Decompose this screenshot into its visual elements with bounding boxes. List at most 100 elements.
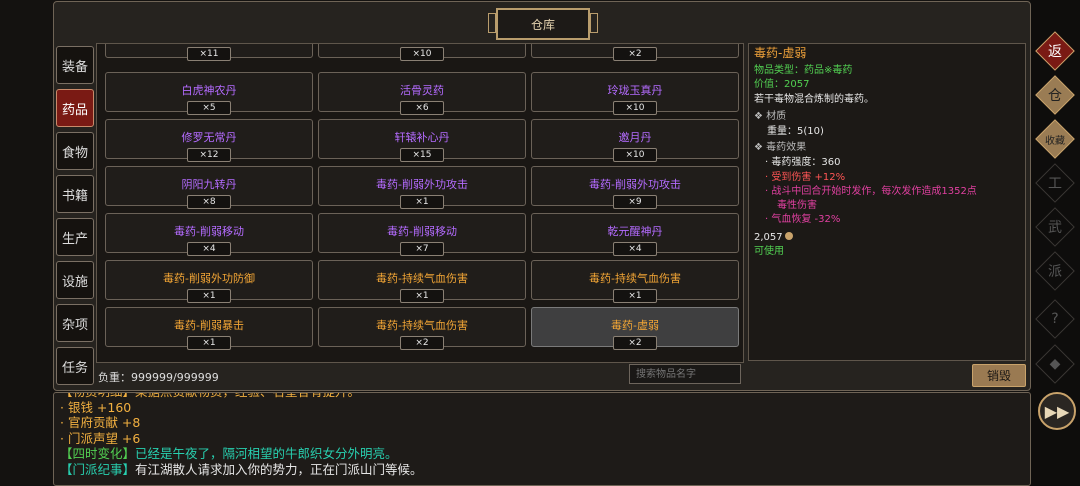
item-count: ×10 (613, 101, 657, 115)
item-slot[interactable]: 轩辕补心丹 ×15 (318, 119, 526, 162)
item-slot[interactable]: 乾元醒神丹 ×4 (531, 213, 739, 256)
effect-hp-regen: · 气血恢复 -32% (765, 214, 841, 225)
item-name: 毒药-削弱外功攻击 (376, 178, 468, 191)
tab-2[interactable]: 食物 (56, 132, 94, 170)
item-count: ×5 (187, 101, 231, 115)
item-grid: ×11 ×10 ×2 白虎神农丹 ×5 活骨灵药 ×6 玲珑玉真丹 ×10 修罗无常丹 ×12 轩辕补… (96, 43, 744, 363)
item-count: ×2 (613, 336, 657, 350)
destroy-button[interactable]: 销毁 (972, 364, 1026, 387)
side-button-label: 武 (1048, 220, 1062, 236)
item-name: 修罗无常丹 (181, 131, 237, 144)
message-log: 【物资明细】某据点贡献物资，经验、名望各有提升。 · 银钱 +160 · 官府贡… (53, 392, 1031, 486)
item-slot[interactable]: 阴阳九转丹 ×8 (105, 166, 313, 209)
item-count: ×4 (187, 242, 231, 256)
item-name: 玲珑玉真丹 (607, 84, 663, 97)
item-count: ×2 (400, 336, 444, 350)
item-slot[interactable]: 毒药-削弱暴击 ×1 (105, 307, 313, 350)
tab-5[interactable]: 设施 (56, 261, 94, 299)
log-segment: 有江湖散人请求加入你的势力，正在门派山门等候。 (135, 461, 423, 477)
item-count: ×4 (613, 242, 657, 256)
item-slot[interactable]: 毒药-持续气血伤害 ×1 (531, 260, 739, 303)
item-name: 轩辕补心丹 (394, 131, 450, 144)
search-input[interactable] (629, 364, 741, 384)
item-slot[interactable]: 邀月丹 ×10 (531, 119, 739, 162)
item-name: 白虎神农丹 (181, 84, 237, 97)
log-line: · 银钱 +160 (60, 400, 131, 416)
item-count: ×1 (400, 195, 444, 209)
effect-header: ❖ 毒药效果 (754, 142, 807, 153)
log-line: · 门派声望 +6 (60, 431, 140, 447)
log-line: 【四时变化】已经是午夜了，隔河相望的牛郎织女分外明亮。 (60, 446, 398, 462)
item-slot[interactable]: ×10 (318, 44, 526, 61)
item-count: ×8 (187, 195, 231, 209)
item-name: 阴阳九转丹 (181, 178, 237, 191)
detail-weight: 重量：5(10) (767, 126, 824, 137)
side-button-1[interactable]: 仓 (1035, 75, 1075, 115)
tab-0[interactable]: 装备 (56, 46, 94, 84)
item-count: ×12 (187, 148, 231, 162)
log-segment: 已经是午夜了，隔河相望的牛郎织女分外明亮。 (135, 446, 398, 461)
effect-damage-taken: · 受到伤害 +12% (765, 172, 846, 183)
detail-money: 2,057 (754, 230, 793, 245)
item-slot[interactable]: 毒药-削弱移动 ×7 (318, 213, 526, 256)
item-name: 毒药-持续气血伤害 (376, 319, 468, 332)
item-count: ×15 (400, 148, 444, 162)
item-count: ×6 (400, 101, 444, 115)
item-name: 毒药-削弱外功防御 (163, 272, 255, 285)
side-button-label: ? (1051, 311, 1059, 327)
side-button-label: 派 (1048, 264, 1062, 280)
side-button-6[interactable]: ? (1035, 299, 1075, 339)
side-button-4[interactable]: 武 (1035, 207, 1075, 247)
item-slot[interactable]: 毒药-削弱外功防御 ×1 (105, 260, 313, 303)
log-line: 【门派纪事】有江湖散人请求加入你的势力，正在门派山门等候。 (60, 462, 423, 478)
item-count: ×1 (187, 289, 231, 303)
item-slot[interactable]: 毒药-削弱移动 ×4 (105, 213, 313, 256)
weight-label: 负重：999999/999999 (98, 371, 219, 384)
item-slot[interactable]: 毒药-削弱外功攻击 ×1 (318, 166, 526, 209)
item-slot[interactable]: 玲珑玉真丹 ×10 (531, 72, 739, 115)
side-button-3[interactable]: 工 (1035, 163, 1075, 203)
item-name: 乾元醒神丹 (607, 225, 663, 238)
item-name: 毒药-削弱移动 (387, 225, 457, 238)
log-segment: 【四时变化】 (60, 446, 136, 461)
item-slot[interactable]: ×2 (531, 44, 739, 61)
item-slot[interactable]: 毒药-虚弱 ×2 (531, 307, 739, 350)
tab-1[interactable]: 药品 (56, 89, 94, 127)
side-button-2[interactable]: 收藏 (1035, 119, 1075, 159)
item-count: ×1 (400, 289, 444, 303)
item-count: ×9 (613, 195, 657, 209)
side-button-label: ◆ (1049, 356, 1061, 372)
tab-7[interactable]: 任务 (56, 347, 94, 385)
item-slot[interactable]: 活骨灵药 ×6 (318, 72, 526, 115)
tab-6[interactable]: 杂项 (56, 304, 94, 342)
item-slot[interactable]: 白虎神农丹 ×5 (105, 72, 313, 115)
side-button-0[interactable]: 返 (1035, 31, 1075, 71)
item-slot[interactable]: ×11 (105, 44, 313, 61)
item-count: ×10 (613, 148, 657, 162)
money-value: 2,057 (754, 232, 783, 243)
item-slot[interactable]: 毒药-削弱外功攻击 ×9 (531, 166, 739, 209)
item-name: 毒药-削弱外功攻击 (589, 178, 681, 191)
next-turn-button[interactable]: ▶▶ (1038, 392, 1076, 430)
item-count: ×2 (613, 47, 657, 61)
item-name: 毒药-持续气血伤害 (589, 272, 681, 285)
side-button-label: 返 (1048, 44, 1062, 60)
detail-usable: 可使用 (754, 246, 784, 257)
window-title: 仓库 (488, 8, 598, 40)
tab-3[interactable]: 书籍 (56, 175, 94, 213)
item-slot[interactable]: 修罗无常丹 ×12 (105, 119, 313, 162)
side-button-5[interactable]: 派 (1035, 251, 1075, 291)
detail-name: 毒药-虚弱 (754, 46, 807, 60)
item-slot[interactable]: 毒药-持续气血伤害 ×1 (318, 260, 526, 303)
item-name: 毒药-削弱移动 (174, 225, 244, 238)
tab-4[interactable]: 生产 (56, 218, 94, 256)
side-button-label: 工 (1048, 176, 1062, 192)
side-button-label: 收藏 (1045, 135, 1065, 147)
side-button-7[interactable]: ◆ (1035, 344, 1075, 384)
item-count: ×7 (400, 242, 444, 256)
log-line: · 官府贡献 +8 (60, 415, 140, 431)
item-name: 活骨灵药 (400, 84, 444, 97)
item-name: 毒药-削弱暴击 (174, 319, 244, 332)
item-slot[interactable]: 毒药-持续气血伤害 ×2 (318, 307, 526, 350)
detail-type: 物品类型：药品※毒药 (754, 65, 853, 76)
